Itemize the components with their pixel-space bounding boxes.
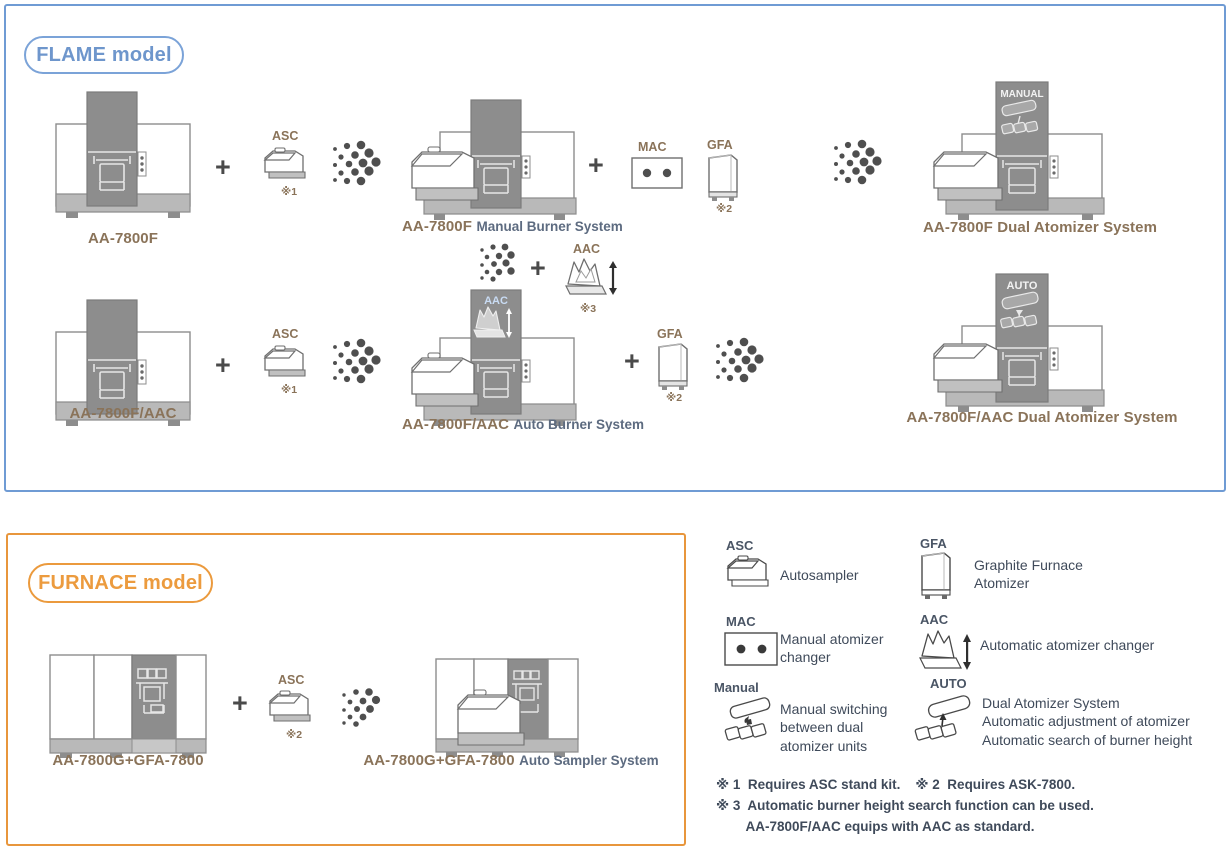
dot-arrow-icon [331,338,387,384]
model-name: AA-7800F/AAC Dual Atomizer System [906,409,1178,426]
asc-label: ASC [272,327,299,341]
tower-mode-label: AUTO [1007,280,1038,292]
footnote-3-continued: AA-7800F/AAC equips with AAC as standard… [716,819,1035,834]
legend-label-aac: Automatic atomizer changer [980,637,1155,653]
caption-aa7800f-aac: AA-7800F/AAC [69,405,176,423]
plus-sign: + [588,150,604,180]
legend: ASC Autosampler GFA Graphite Furnace Ato… [712,532,1228,850]
instrument-aa7800g-gfa7800 [48,653,210,763]
tower-mode-label: AAC [484,295,508,307]
gfa-footnote-marker: ※2 [716,203,733,215]
gfa-icon [655,343,691,391]
model-suffix: Manual Burner System [476,219,623,234]
plus-sign: + [624,346,640,376]
gfa-label: GFA [657,327,683,341]
gfa-label: GFA [707,138,733,152]
model-name: AA-7800F/AAC [402,416,510,433]
legend-label-asc: Autosampler [780,567,859,583]
flame-model-badge: FLAME model [24,36,184,74]
model-name: AA-7800F Dual Atomizer System [922,219,1158,236]
model-name: AA-7800G+GFA-7800 [363,752,515,769]
asc-label: ASC [278,673,305,687]
legend-code-manual: Manual [714,680,759,695]
model-name: AA-7800F [402,218,472,235]
legend-label-mac: Manual atomizer changer [780,631,884,666]
dot-arrow-icon [340,688,390,728]
legend-code-asc: ASC [726,538,754,553]
footnote-3: ※ 3 Automatic burner height search funct… [716,798,1094,813]
asc-label: ASC [272,129,299,143]
model-suffix: Auto Burner System [513,417,645,432]
model-name: AA-7800F [88,230,158,247]
instrument-dual-atomizer-auto: AUTO [930,272,1118,417]
gfa-icon [705,154,741,202]
instrument-auto-sampler-system [434,657,584,763]
model-name: AA-7800G+GFA-7800 [52,752,204,769]
mac-icon [724,632,778,666]
caption-auto-sampler-system: AA-7800G+GFA-7800 Auto Sampler System [363,752,658,770]
gfa-icon [918,552,954,600]
legend-code-mac: MAC [726,614,756,629]
instrument-manual-burner-system [408,96,586,224]
dot-arrow-icon [714,337,770,383]
asc-icon [261,344,309,380]
gfa-footnote-marker: ※2 [666,392,683,404]
aac-icon [916,628,978,676]
manual-switch-icon [722,697,778,748]
caption-manual-burner-system: AA-7800F Manual Burner System [402,218,623,236]
caption-aa7800f: AA-7800F [88,230,158,248]
asc-icon [266,689,314,725]
asc-icon [261,146,309,182]
caption-auto-burner-system: AA-7800F/AAC Auto Burner System [402,416,644,434]
plus-sign: + [530,253,546,283]
furnace-model-badge: FURNACE model [28,563,213,603]
plus-sign: + [215,350,231,380]
asc-footnote-marker: ※1 [281,186,298,198]
dot-arrow-icon [331,140,387,186]
mac-label: MAC [638,140,667,154]
caption-dual-atomizer-auto: AA-7800F/AAC Dual Atomizer System [906,409,1177,427]
instrument-dual-atomizer-manual: MANUAL [930,80,1118,225]
asc-icon [724,554,772,590]
plus-sign: + [215,152,231,182]
legend-code-aac: AAC [920,612,949,627]
asc-footnote-marker: ※2 [286,729,303,741]
model-name: AA-7800F/AAC [69,405,177,422]
model-suffix: Auto Sampler System [519,753,659,768]
footnote-1: ※ 1 Requires ASC stand kit. ※ 2 Requires… [716,777,1076,792]
legend-code-auto: AUTO [930,676,967,691]
instrument-auto-burner-system: AAC [408,289,586,430]
aac-label: AAC [573,242,601,256]
plus-sign: + [232,688,248,718]
tower-mode-label: MANUAL [1000,89,1043,100]
auto-switch-icon [912,695,972,748]
legend-label-manual: Manual switching between dual atomizer u… [780,701,888,754]
instrument-aa7800f [50,86,196,221]
asc-footnote-marker: ※1 [281,384,298,396]
dot-arrow-icon [478,243,522,283]
legend-label-gfa: Graphite Furnace Atomizer [974,557,1083,592]
caption-aa7800g-gfa7800: AA-7800G+GFA-7800 [52,752,203,770]
caption-dual-atomizer-manual: AA-7800F Dual Atomizer System [923,219,1157,237]
legend-label-auto: Dual Atomizer System Automatic adjustmen… [982,695,1193,748]
mac-icon [631,157,683,189]
dot-arrow-icon [832,139,888,185]
legend-code-gfa: GFA [920,536,947,551]
